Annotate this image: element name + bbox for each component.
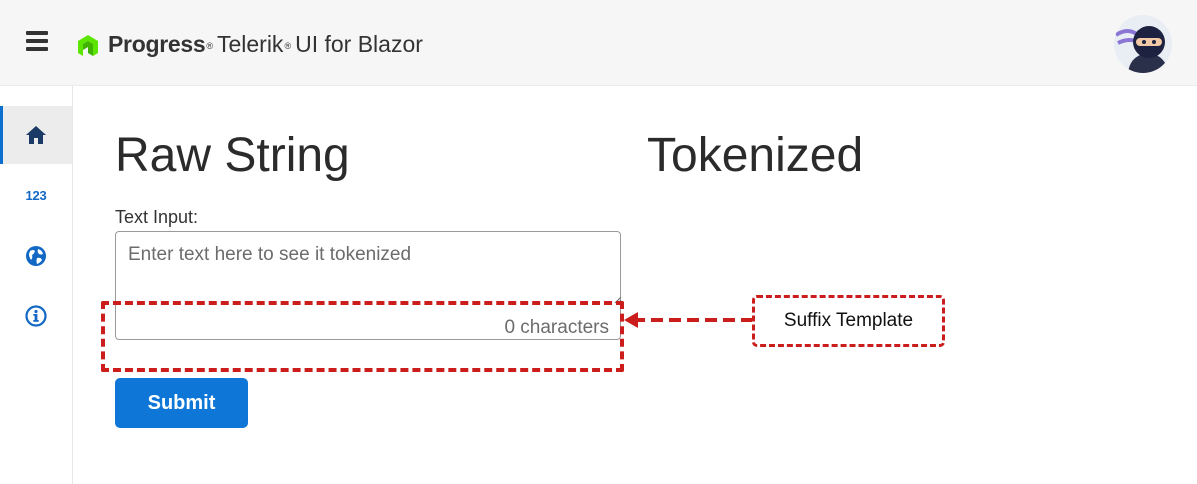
sidebar-item-numbers[interactable]: 123	[0, 166, 72, 224]
hamburger-line	[26, 31, 48, 35]
trademark-mark: ®	[206, 41, 213, 51]
brand-logo: Progress ® Telerik ® UI for Blazor	[74, 30, 423, 58]
trademark-mark: ®	[284, 41, 292, 51]
globe-icon	[26, 246, 46, 266]
sidebar-item-globe[interactable]	[0, 227, 72, 285]
submit-button[interactable]: Submit	[115, 378, 248, 428]
hamburger-line	[26, 47, 48, 51]
app-header: Progress ® Telerik ® UI for Blazor	[0, 0, 1197, 86]
annotation-arrow-icon	[624, 312, 753, 328]
progress-logo-icon	[78, 35, 98, 56]
hamburger-menu-icon[interactable]	[26, 31, 48, 51]
suffix-template-callout: Suffix Template	[752, 295, 945, 347]
home-icon	[26, 126, 46, 144]
text-input-label: Text Input:	[115, 207, 199, 227]
numbers-icon: 123	[25, 187, 47, 203]
brand-progress-text: Progress	[108, 30, 206, 57]
brand-product-text: UI for Blazor	[295, 30, 423, 57]
sidebar-nav: 123	[0, 86, 73, 484]
brand-telerik-text: Telerik	[216, 30, 284, 57]
sidebar-item-info[interactable]	[0, 287, 72, 345]
text-input-field[interactable]	[116, 232, 620, 302]
raw-string-heading: Raw String	[115, 129, 350, 182]
ninja-avatar-icon	[1114, 15, 1172, 73]
tokenized-heading: Tokenized	[647, 129, 864, 182]
suffix-annotation-highlight	[101, 301, 624, 372]
hamburger-line	[26, 39, 48, 43]
info-icon	[25, 305, 47, 327]
sidebar-item-home[interactable]	[0, 106, 72, 164]
callout-text: Suffix Template	[783, 310, 914, 331]
user-avatar[interactable]	[1114, 15, 1172, 73]
